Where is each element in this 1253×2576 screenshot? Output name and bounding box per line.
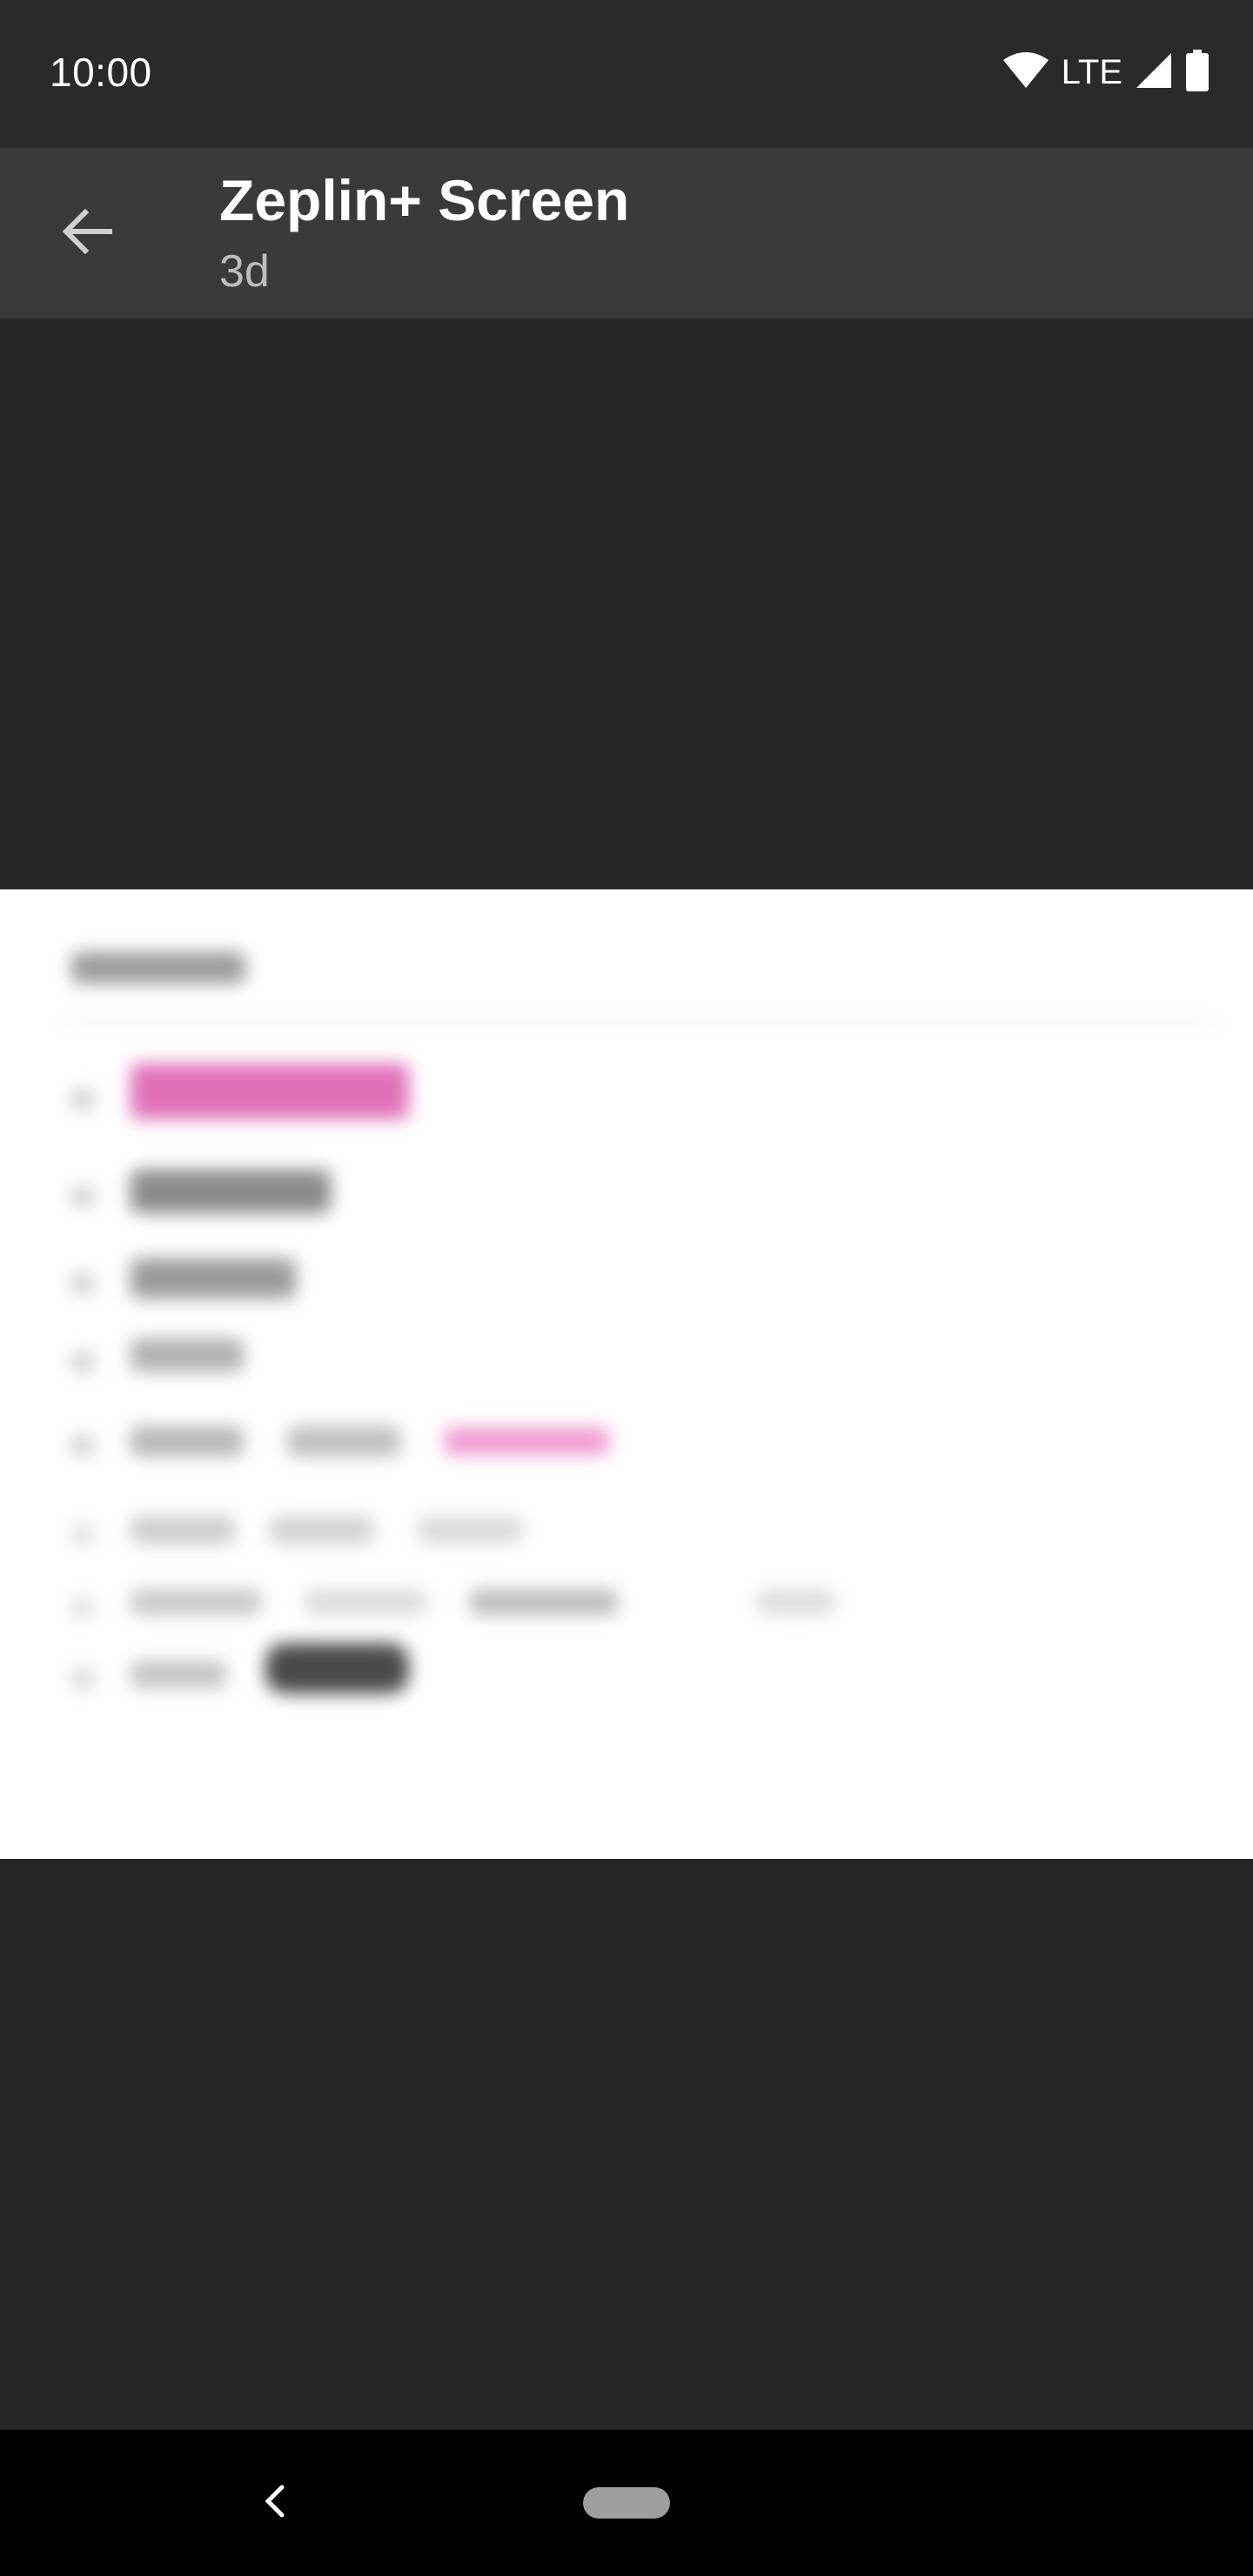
nav-back-icon	[261, 2482, 287, 2525]
lte-label: LTE	[1061, 53, 1122, 91]
wifi-icon	[1002, 51, 1049, 94]
screen: 10:00 LTE Zeplin+ Screen 3d	[0, 0, 1253, 2576]
battery-icon	[1185, 49, 1209, 96]
status-bar: 10:00 LTE	[0, 0, 1253, 148]
status-icons: LTE	[1002, 49, 1209, 96]
cell-signal-icon	[1135, 51, 1173, 94]
blurred-content	[0, 889, 1253, 1859]
navigation-bar	[0, 2430, 1253, 2576]
screen-subtitle: 3d	[219, 246, 270, 297]
arrow-back-icon	[59, 204, 115, 264]
status-time: 10:00	[50, 50, 152, 95]
toolbar: Zeplin+ Screen 3d	[0, 148, 1253, 319]
nav-back-button[interactable]	[252, 2479, 296, 2527]
screen-preview-image[interactable]	[0, 889, 1253, 1859]
screen-title: Zeplin+ Screen	[219, 168, 630, 232]
home-pill[interactable]	[583, 2487, 670, 2519]
back-button[interactable]	[45, 191, 129, 275]
